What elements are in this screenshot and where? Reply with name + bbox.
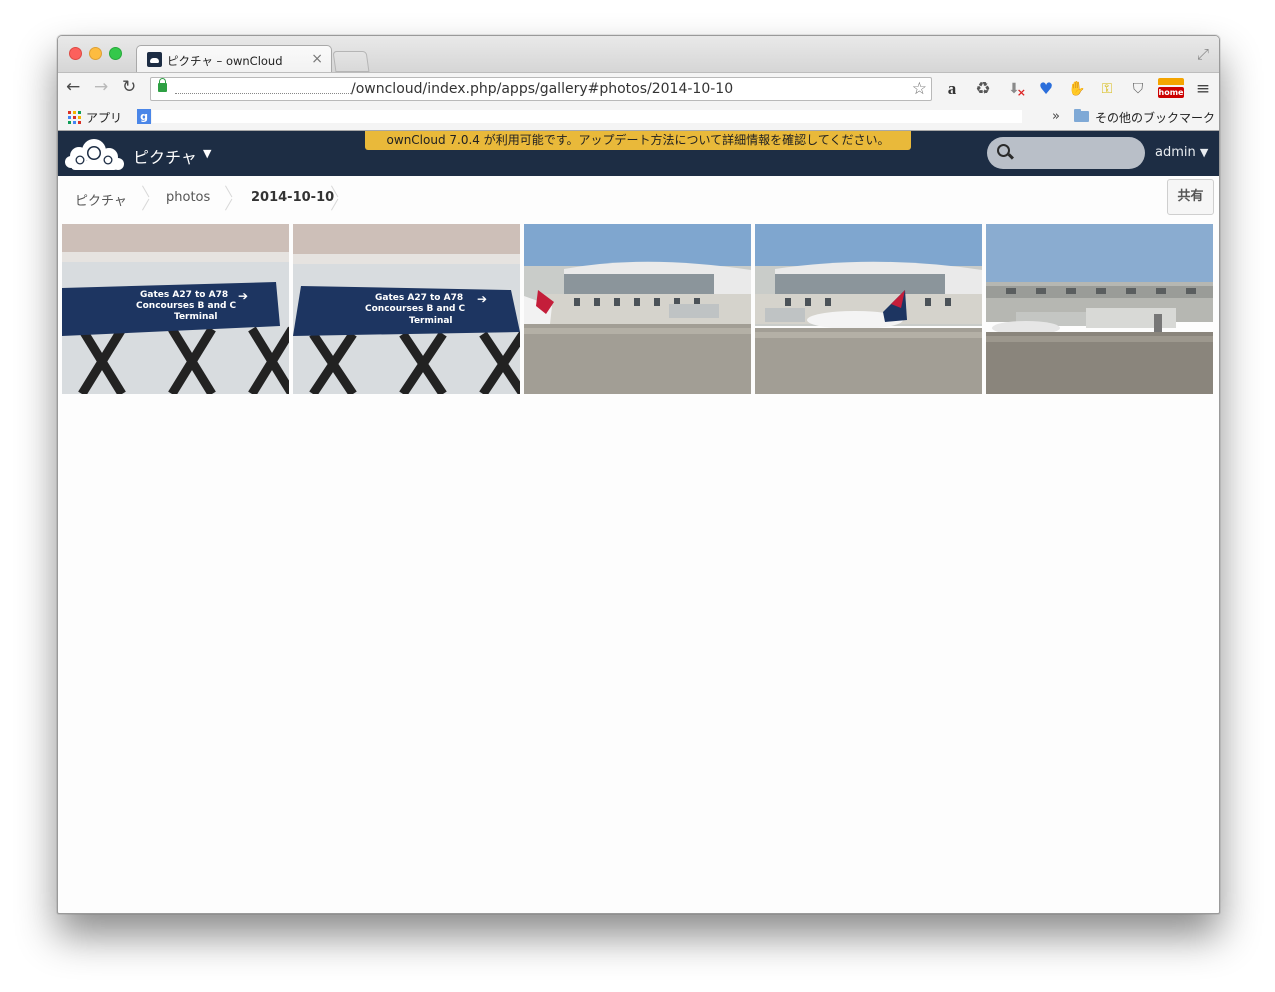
photo-thumbnail[interactable]	[755, 224, 982, 394]
sign-line2: Concourses B and C	[136, 301, 237, 311]
apps-grid-icon[interactable]	[68, 111, 81, 124]
breadcrumb-separator	[225, 186, 239, 210]
key-icon[interactable]: ⚿	[1098, 80, 1116, 98]
more-bookmarks-chevron-icon[interactable]: »	[1052, 109, 1060, 124]
tab-strip: ピクチャ – ownCloud × ⤢	[58, 36, 1219, 72]
breadcrumb-pictures[interactable]: ピクチャ	[75, 190, 127, 209]
folder-icon	[1074, 109, 1089, 122]
bookmark-star-icon[interactable]: ☆	[912, 79, 927, 99]
apps-grid-dot	[68, 116, 71, 119]
address-bar[interactable]: /owncloud/index.php/apps/gallery#photos/…	[150, 77, 932, 101]
url-text[interactable]: /owncloud/index.php/apps/gallery#photos/…	[351, 81, 733, 97]
search-input[interactable]	[1017, 144, 1139, 164]
breadcrumb-date[interactable]: 2014-10-10	[251, 190, 334, 205]
photo-thumbnail[interactable]	[524, 224, 751, 394]
sign-line1: Gates A27 to A78	[140, 290, 228, 300]
share-button[interactable]: 共有	[1167, 179, 1214, 215]
pocket-icon[interactable]: ⛉	[1129, 80, 1147, 98]
home-ext-label: home	[1158, 87, 1184, 98]
update-notification[interactable]: ownCloud 7.0.4 が利用可能です。アップデート方法について詳細情報を…	[365, 131, 911, 150]
zoom-window-button[interactable]	[109, 47, 122, 60]
tab-close-icon[interactable]: ×	[311, 51, 323, 67]
bookmarks-bar: アプリ g » その他のブックマーク	[58, 104, 1219, 131]
breadcrumb-separator	[142, 186, 156, 210]
breadcrumb-photos[interactable]: photos	[166, 190, 210, 205]
apps-grid-dot	[78, 116, 81, 119]
menu-icon[interactable]: ≡	[1194, 80, 1212, 98]
sign-line3: Terminal	[409, 316, 453, 326]
svg-text:➔: ➔	[477, 292, 487, 306]
sign-line3: Terminal	[174, 312, 218, 322]
search-icon	[997, 144, 1010, 157]
browser-tab[interactable]: ピクチャ – ownCloud ×	[136, 45, 332, 72]
stamp-icon[interactable]: ✋	[1068, 80, 1086, 98]
pulse-icon[interactable]: ♥	[1037, 80, 1055, 98]
home-icon[interactable]: home	[1158, 78, 1184, 98]
redacted-host	[175, 93, 351, 95]
app-menu-caret-icon[interactable]: ▼	[203, 147, 211, 160]
app-name[interactable]: ピクチャ	[133, 144, 197, 168]
user-menu[interactable]: admin ▼	[1155, 145, 1208, 160]
recycle-icon[interactable]: ♻	[974, 80, 992, 98]
apps-grid-dot	[73, 116, 76, 119]
forward-arrow-icon[interactable]: →	[94, 79, 108, 96]
fullscreen-icon[interactable]: ⤢	[1197, 45, 1209, 63]
svg-text:➔: ➔	[238, 289, 248, 303]
download-icon[interactable]: ⬇	[1005, 80, 1026, 102]
browser-window: ピクチャ – ownCloud × ⤢ ← → ↻ /owncloud/inde…	[57, 35, 1220, 914]
tab-title: ピクチャ – ownCloud	[167, 54, 283, 68]
owncloud-header: ピクチャ ▼ ownCloud 7.0.4 が利用可能です。アップデート方法につ…	[58, 131, 1219, 176]
owncloud-favicon-icon	[147, 52, 162, 67]
user-name: admin	[1155, 145, 1196, 160]
redacted-bookmarks	[152, 110, 1022, 123]
breadcrumb-separator	[331, 186, 345, 210]
google-bookmark-icon[interactable]: g	[137, 109, 151, 124]
minimize-window-button[interactable]	[89, 47, 102, 60]
browser-toolbar: ← → ↻ /owncloud/index.php/apps/gallery#p…	[58, 72, 1219, 105]
search-box[interactable]	[987, 137, 1145, 169]
apps-bookmark[interactable]: アプリ	[86, 109, 122, 126]
apps-grid-dot	[78, 121, 81, 124]
apps-grid-dot	[68, 121, 71, 124]
owncloud-logo-icon[interactable]	[64, 137, 124, 171]
sign-line2: Concourses B and C	[365, 304, 466, 314]
apps-grid-dot	[78, 111, 81, 114]
apps-grid-dot	[68, 111, 71, 114]
sign-line1: Gates A27 to A78	[375, 293, 463, 303]
photo-thumbnail[interactable]	[986, 224, 1213, 394]
apps-grid-dot	[73, 111, 76, 114]
apps-grid-dot	[73, 121, 76, 124]
other-bookmarks-folder[interactable]: その他のブックマーク	[1095, 109, 1215, 126]
back-arrow-icon[interactable]: ←	[66, 79, 80, 96]
new-tab-button[interactable]	[332, 51, 370, 72]
amazon-icon[interactable]: a	[943, 80, 961, 98]
reload-icon[interactable]: ↻	[122, 79, 136, 96]
lock-icon	[158, 78, 167, 92]
close-window-button[interactable]	[69, 47, 82, 60]
photo-thumbnail[interactable]: Gates A27 to A78 Concourses B and C Term…	[62, 224, 289, 394]
photo-thumbnail[interactable]: Gates A27 to A78 Concourses B and C Term…	[293, 224, 520, 394]
controls-bar: ピクチャ photos 2014-10-10 共有	[58, 176, 1219, 220]
user-caret-icon: ▼	[1199, 146, 1209, 159]
